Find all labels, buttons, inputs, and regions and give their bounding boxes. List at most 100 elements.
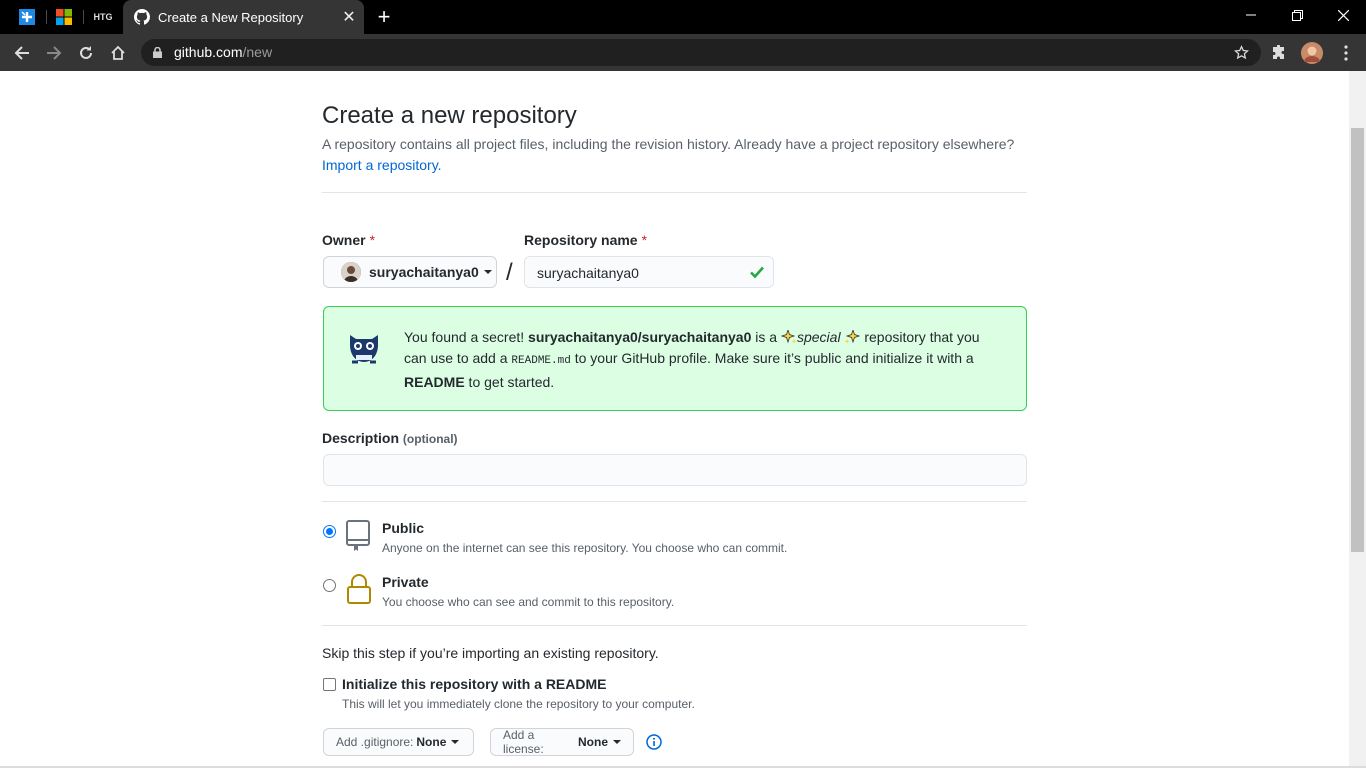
lock-icon (153, 47, 162, 58)
private-description: You choose who can see and commit to thi… (382, 595, 675, 609)
public-description: Anyone on the internet can see this repo… (382, 541, 788, 555)
import-repository-link[interactable]: Import a repository. (322, 157, 442, 173)
close-icon (1337, 9, 1349, 21)
puzzle-icon (1273, 45, 1284, 59)
chevron-down-icon (451, 740, 460, 744)
repo-name-input[interactable]: suryachaitanya0 (524, 256, 774, 288)
repo-book-icon (346, 520, 370, 551)
private-label: Private (382, 574, 429, 590)
divider (322, 501, 1027, 502)
forward-button[interactable] (41, 40, 67, 66)
new-tab-button[interactable]: + (372, 4, 396, 30)
divider (322, 625, 1027, 626)
subtitle-text: A repository contains all project files,… (322, 136, 1015, 152)
bookmark-star-icon[interactable] (1234, 45, 1249, 60)
repo-name-value: suryachaitanya0 (537, 265, 639, 281)
secret-special: special (796, 329, 841, 345)
check-icon (750, 266, 764, 279)
init-readme-label[interactable]: Initialize this repository with a README (342, 676, 606, 692)
extensions-button[interactable] (1266, 40, 1292, 66)
avatar (341, 262, 361, 282)
url-host: github.com (174, 44, 243, 60)
secret-message: You found a secret! suryachaitanya0/sury… (404, 327, 1004, 393)
required-mark: * (369, 232, 376, 248)
gitignore-value: None (416, 735, 447, 749)
required-mark: * (641, 232, 648, 248)
page-title: Create a new repository (322, 102, 577, 129)
restore-button[interactable] (1274, 0, 1320, 30)
sparkles-icon (845, 328, 861, 344)
browser-tab-bar: HTG Create a New Repository ✕ + (0, 0, 1366, 34)
home-button[interactable] (105, 40, 131, 66)
forward-arrow-icon (47, 46, 62, 60)
reload-button[interactable] (73, 40, 99, 66)
chevron-down-icon (483, 270, 492, 274)
gitignore-label: Add .gitignore: (336, 735, 414, 749)
address-bar[interactable]: github.com/new (141, 39, 1261, 66)
back-button[interactable] (9, 40, 35, 66)
minimize-icon (1246, 14, 1256, 16)
browser-toolbar: github.com/new (0, 34, 1366, 71)
description-label: Description (optional) (322, 430, 458, 446)
scrollbar-thumb[interactable] (1351, 128, 1364, 552)
profile-button[interactable] (1299, 40, 1325, 66)
restore-icon (1291, 9, 1303, 21)
init-readme-note: This will let you immediately clone the … (342, 697, 695, 711)
repo-name-label-text: Repository name (524, 232, 638, 248)
public-label: Public (382, 520, 425, 536)
minimize-button[interactable] (1228, 0, 1274, 30)
license-label: Add a license: (503, 728, 544, 756)
tab-active[interactable]: Create a New Repository ✕ (123, 0, 364, 34)
browser-menu-button[interactable] (1333, 40, 1359, 66)
gitignore-select[interactable]: Add .gitignore: None (323, 728, 474, 756)
microsoft-icon (56, 9, 72, 25)
kebab-menu-icon (1344, 45, 1348, 61)
profile-avatar-icon (1301, 42, 1323, 64)
secret-repo-notice: You found a secret! suryachaitanya0/sury… (323, 306, 1027, 411)
description-input[interactable] (323, 454, 1027, 486)
secret-readme: README (404, 374, 465, 390)
init-readme-checkbox[interactable] (323, 678, 336, 691)
pinned-tab-htg[interactable]: HTG (84, 0, 122, 34)
sparkles-icon (780, 328, 797, 344)
close-window-button[interactable] (1320, 0, 1366, 30)
public-radio[interactable] (323, 525, 336, 538)
htg-icon: HTG (93, 12, 113, 22)
secret-code: README.md (511, 355, 571, 367)
description-label-text: Description (322, 430, 400, 446)
owner-label: Owner * (322, 232, 375, 248)
secret-text-5: to get started. (464, 374, 555, 390)
skip-step-note: Skip this step if you’re importing an ex… (322, 645, 659, 661)
info-icon[interactable] (646, 734, 662, 750)
optional-note: (optional) (402, 432, 458, 446)
owner-label-text: Owner (322, 232, 366, 248)
license-select[interactable]: Add a license: None (490, 728, 634, 756)
home-icon (111, 45, 125, 60)
back-arrow-icon (14, 46, 29, 60)
page-subtitle: A repository contains all project files,… (322, 134, 1027, 176)
pinned-tab-plus-app[interactable] (8, 0, 46, 34)
owner-select[interactable]: suryachaitanya0 (323, 256, 497, 288)
tab-title: Create a New Repository (158, 9, 304, 25)
url-path: /new (242, 44, 273, 60)
owner-avatar-icon (341, 262, 361, 282)
pinned-tab-microsoft[interactable] (45, 0, 83, 34)
owner-name: suryachaitanya0 (369, 264, 479, 280)
secret-repo-name: suryachaitanya0/suryachaitanya0 (528, 329, 752, 345)
secret-text-1: You found a secret! (404, 329, 529, 345)
repo-name-label: Repository name * (524, 232, 647, 248)
lock-icon (347, 574, 371, 604)
private-radio[interactable] (323, 579, 336, 592)
url-text: github.com/new (174, 44, 272, 60)
github-icon (134, 9, 150, 25)
secret-text-4: to your GitHub profile. Make sure it’s p… (570, 350, 974, 366)
mona-mascot-icon (350, 335, 378, 364)
secret-text-2: is a (751, 329, 781, 345)
divider (322, 192, 1027, 193)
license-value: None (578, 735, 608, 749)
chevron-down-icon (613, 740, 621, 744)
reload-icon (80, 46, 92, 59)
plus-app-icon (19, 9, 35, 25)
tab-close-icon[interactable]: ✕ (334, 7, 364, 27)
owner-repo-separator: / (506, 259, 513, 286)
